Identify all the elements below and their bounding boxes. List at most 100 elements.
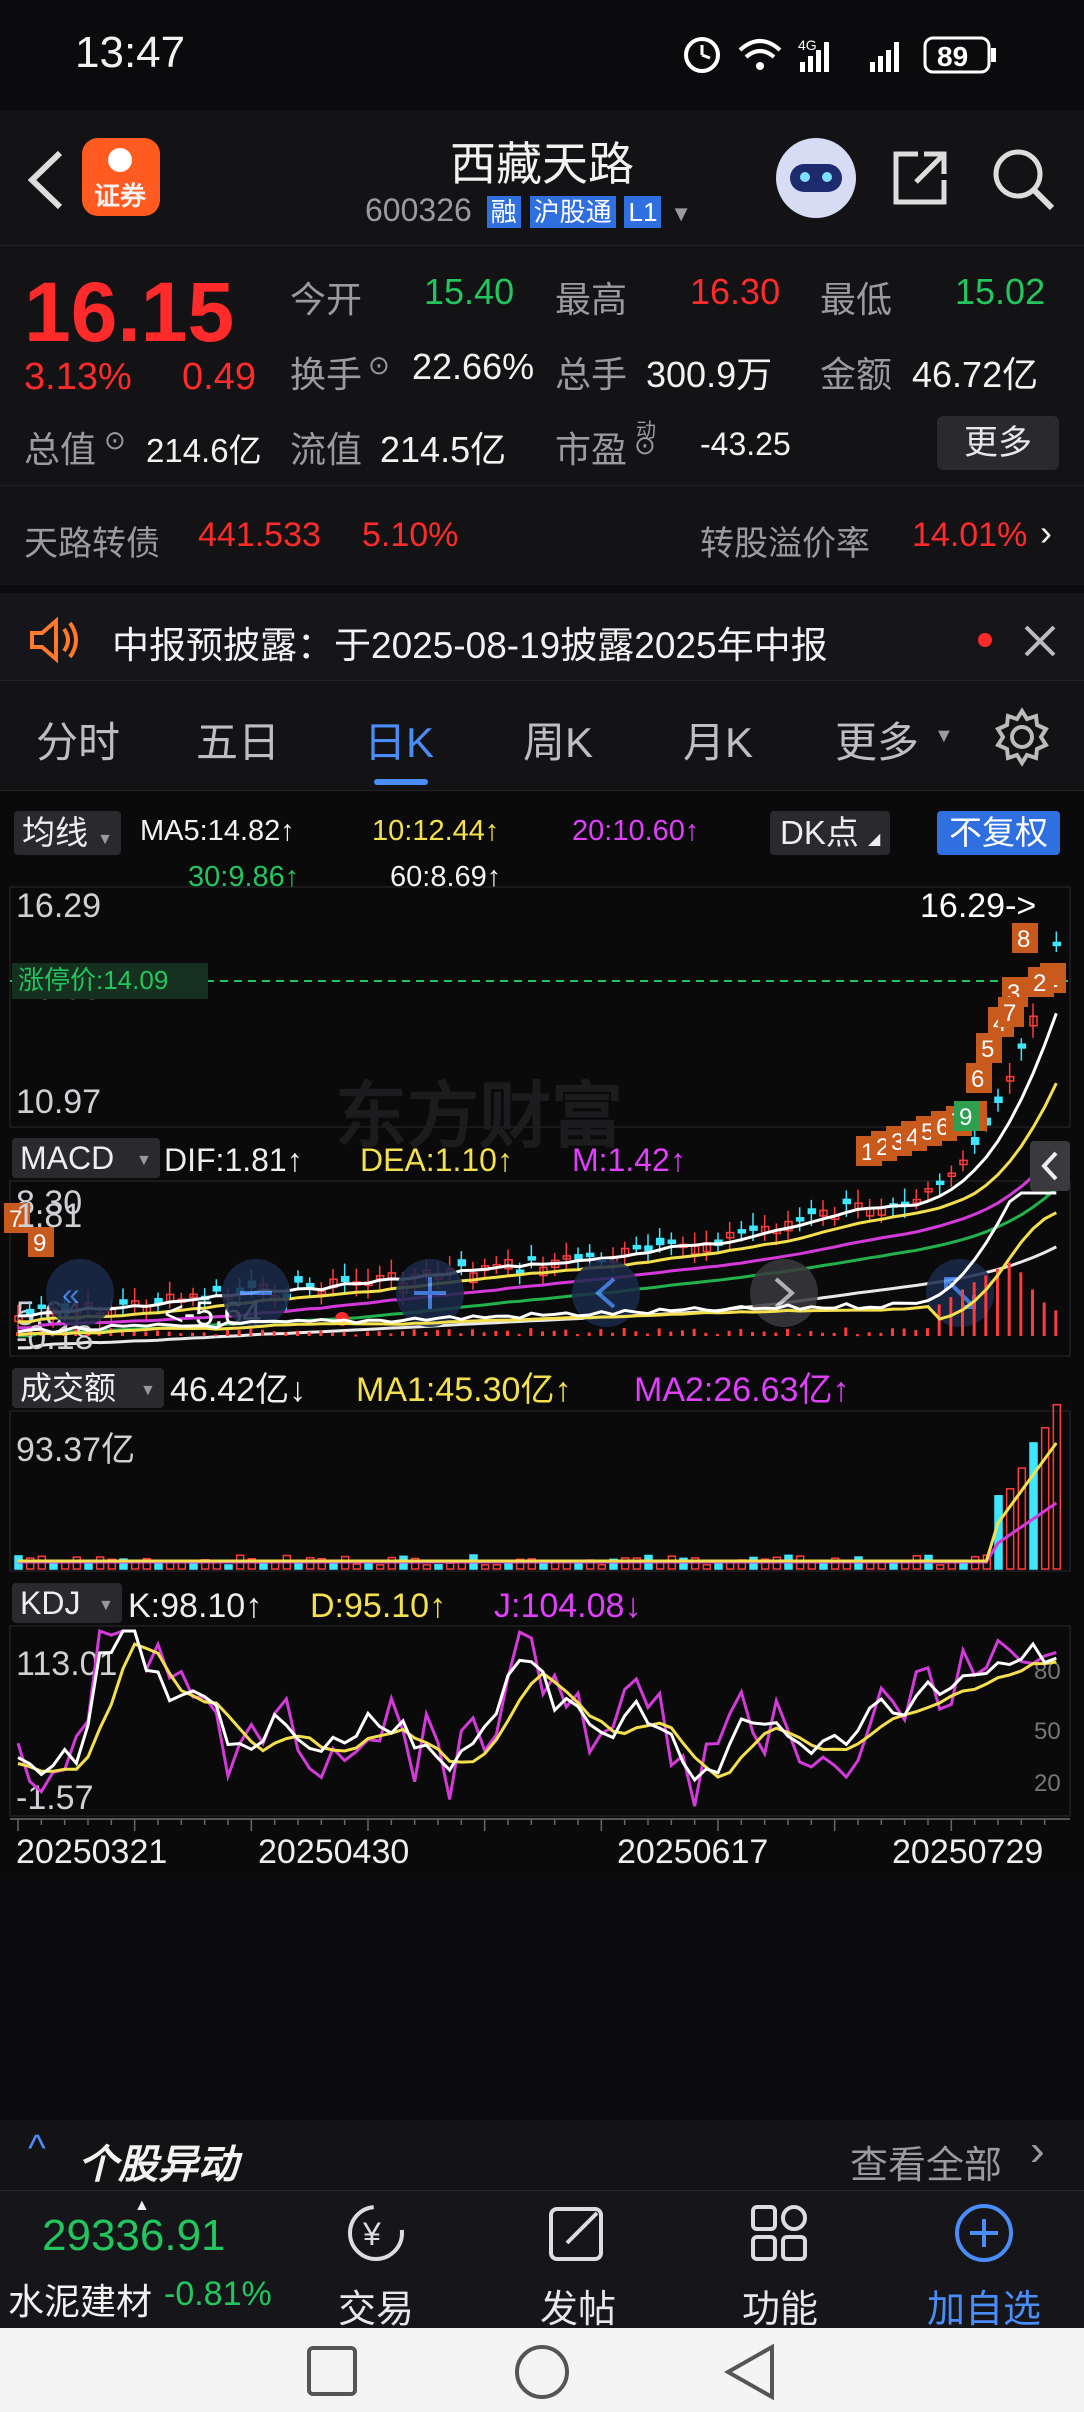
macd-bar [879, 1332, 883, 1336]
volume-bar [189, 1563, 198, 1570]
volume-bar [154, 1563, 163, 1570]
signal-icon-2 [870, 42, 899, 72]
macd-bar [167, 1331, 171, 1336]
index-ticker[interactable]: 29336.91 ▲ 水泥建材 -0.81% [0, 2191, 290, 2329]
macd-bar [1007, 1262, 1011, 1336]
tab-daily-k[interactable]: 日K [364, 709, 434, 770]
close-icon[interactable] [1022, 623, 1058, 659]
macd-bar [681, 1330, 684, 1336]
volume-bars [14, 1403, 1062, 1570]
macd-bar [1019, 1272, 1023, 1336]
kdj-panel-frame [9, 1625, 1071, 1817]
volume-bar [434, 1564, 443, 1570]
more-button[interactable]: 更多 [937, 416, 1059, 470]
volume-bar [1017, 1467, 1027, 1570]
home-icon[interactable] [512, 2342, 572, 2402]
volume-bar [1040, 1427, 1050, 1570]
pe-label: 市盈 [555, 429, 628, 470]
macd-bar [517, 1333, 521, 1336]
macd-bar [1054, 1310, 1058, 1336]
stock-header: 证券 西藏天路 600326 融 沪股通 L1 ▼ [0, 110, 1084, 245]
volume-bar [539, 1563, 548, 1570]
low-label: 最低 [820, 279, 893, 320]
nav-add-watchlist[interactable]: 加自选 [904, 2201, 1064, 2333]
tab-monthly-k[interactable]: 月K [683, 709, 753, 770]
macd-bar [716, 1333, 719, 1336]
search-icon[interactable] [990, 146, 1056, 212]
share-icon[interactable] [888, 146, 952, 210]
info-icon[interactable]: ⊙ [634, 430, 656, 461]
alarm-icon [684, 37, 720, 73]
kline-y-label: 10.97 [16, 1083, 101, 1121]
tab-intraday[interactable]: 分时 [36, 709, 120, 770]
battery-level: 89 [937, 41, 968, 72]
recent-apps-icon[interactable] [305, 2344, 359, 2398]
date-label: 20250321 [16, 1833, 167, 1871]
amount-label: 金额 [820, 354, 893, 395]
kdj-y-bottom: -1.57 [16, 1779, 94, 1817]
stock-code: 600326 [365, 192, 472, 228]
notice-banner[interactable]: 中报预披露：于2025-08-19披露2025年中报 [0, 585, 1084, 688]
tab-more[interactable]: 更多 [835, 709, 919, 770]
macd-bar [529, 1328, 533, 1336]
candle-body [340, 1276, 350, 1283]
change-percent: 3.13% [24, 356, 132, 398]
candle-body [842, 1198, 852, 1205]
total-cap-label: 总值 [24, 429, 97, 470]
limit-price-tag: 涨停价:14.09 [18, 965, 168, 995]
macd-bar [634, 1331, 638, 1336]
volume-panel-frame [9, 1410, 1071, 1572]
macd-bar [541, 1331, 544, 1336]
info-icon[interactable]: ⊙ [104, 425, 126, 456]
info-icon[interactable]: ⊙ [368, 350, 390, 381]
back-nav-icon[interactable] [722, 2342, 778, 2402]
view-all-link[interactable]: 查看全部 [850, 2134, 1002, 2189]
active-tab-indicator [374, 779, 428, 785]
macd-bar [961, 1289, 964, 1336]
macd-bar [377, 1331, 381, 1336]
tab-five-day[interactable]: 五日 [196, 709, 280, 770]
td-signal-label: 8 [1017, 926, 1030, 953]
macd-bar [704, 1332, 708, 1336]
stock-code-row: 600326 融 沪股通 L1 ▼ [365, 192, 692, 229]
settings-gear-icon[interactable] [990, 705, 1054, 769]
volume-bar [364, 1562, 373, 1570]
volume-bar [819, 1562, 828, 1570]
high-value: 16.30 [690, 271, 781, 312]
svg-text:«: « [62, 1276, 80, 1312]
index-change: -0.81% [164, 2275, 272, 2313]
nav-post[interactable]: 发帖 [498, 2201, 658, 2333]
chart-canvas: 东方财富 16.29 13.63 10.97 8.30 5.64 涨停价:14.… [0, 886, 1084, 2121]
chevron-down-icon[interactable]: ▼ [670, 201, 692, 226]
candle-body [795, 1217, 805, 1222]
macd-bar [331, 1332, 334, 1336]
index-name: 水泥建材 [8, 2281, 153, 2322]
macd-bar [1042, 1302, 1046, 1336]
open-value: 15.40 [424, 271, 515, 312]
volume-bar [1052, 1403, 1062, 1570]
chart-footer-bg [0, 1876, 1084, 2121]
macd-bar [809, 1331, 813, 1336]
macd-bar [856, 1334, 859, 1337]
svg-text:¥: ¥ [362, 2216, 381, 2252]
nav-functions[interactable]: 功能 [700, 2201, 860, 2333]
nav-trade[interactable]: ¥ 交易 [296, 2201, 456, 2333]
volume-ma1: MA1:45.30亿↑ [356, 1371, 571, 1409]
macd-bar [261, 1329, 264, 1336]
chevron-down-icon: ▼ [140, 1382, 156, 1399]
convertible-bond-row[interactable]: 天路转债 441.533 5.10% 转股溢价率 14.01% › [0, 485, 1084, 586]
kdj-d: D:95.10↑ [310, 1587, 446, 1625]
volume-value: 46.42亿↓ [170, 1371, 306, 1409]
kline-chart-area[interactable]: 均线 ▼ MA5:14.82↑ 10:12.44↑ 20:10.60↑ 30:9… [0, 790, 1084, 2121]
macd-bar [401, 1331, 404, 1336]
macd-bar [191, 1332, 194, 1336]
tab-weekly-k[interactable]: 周K [523, 709, 593, 770]
wifi-icon [738, 39, 782, 70]
macd-bar [424, 1332, 428, 1336]
status-bar: 13:47 4G 89 [0, 0, 1084, 110]
chart-minus-button [222, 1259, 290, 1327]
assistant-avatar-icon[interactable] [776, 138, 856, 218]
stock-movement-header[interactable]: ^ 个股异动 查看全部 › [0, 2120, 1084, 2190]
macd-bar [447, 1329, 451, 1336]
td-signal-label: 2 [1033, 970, 1046, 997]
